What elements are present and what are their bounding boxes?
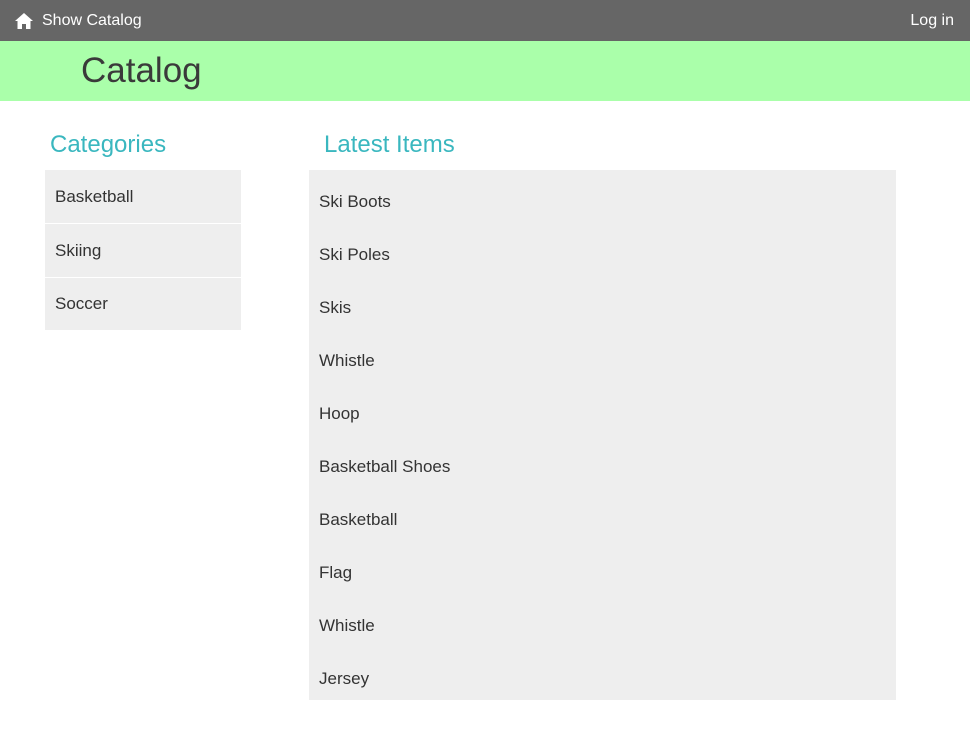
categories-list: Basketball Skiing Soccer	[45, 170, 241, 330]
latest-item[interactable]: Flag	[309, 546, 896, 599]
top-nav-bar: Show Catalog Log in	[0, 0, 970, 41]
home-icon	[14, 11, 34, 31]
latest-item[interactable]: Jersey	[309, 652, 896, 705]
latest-item[interactable]: Skis	[309, 281, 896, 334]
page-title: Catalog	[81, 51, 202, 90]
category-item-soccer[interactable]: Soccer	[45, 278, 241, 330]
latest-item[interactable]: Ski Poles	[309, 228, 896, 281]
login-link[interactable]: Log in	[910, 0, 954, 41]
categories-heading: Categories	[50, 131, 167, 158]
latest-item[interactable]: Basketball	[309, 493, 896, 546]
latest-item[interactable]: Hoop	[309, 387, 896, 440]
latest-item[interactable]: Whistle	[309, 599, 896, 652]
latest-items-list: Ski Boots Ski Poles Skis Whistle Hoop Ba…	[309, 170, 896, 700]
show-catalog-link[interactable]: Show Catalog	[14, 0, 142, 41]
header-banner: Catalog	[0, 41, 970, 101]
show-catalog-label: Show Catalog	[42, 11, 142, 29]
latest-items-heading: Latest Items	[324, 131, 455, 158]
category-item-basketball[interactable]: Basketball	[45, 170, 241, 223]
latest-item[interactable]: Whistle	[309, 334, 896, 387]
latest-item[interactable]: Basketball Shoes	[309, 440, 896, 493]
latest-item[interactable]: Ski Boots	[309, 175, 896, 228]
category-item-skiing[interactable]: Skiing	[45, 224, 241, 277]
